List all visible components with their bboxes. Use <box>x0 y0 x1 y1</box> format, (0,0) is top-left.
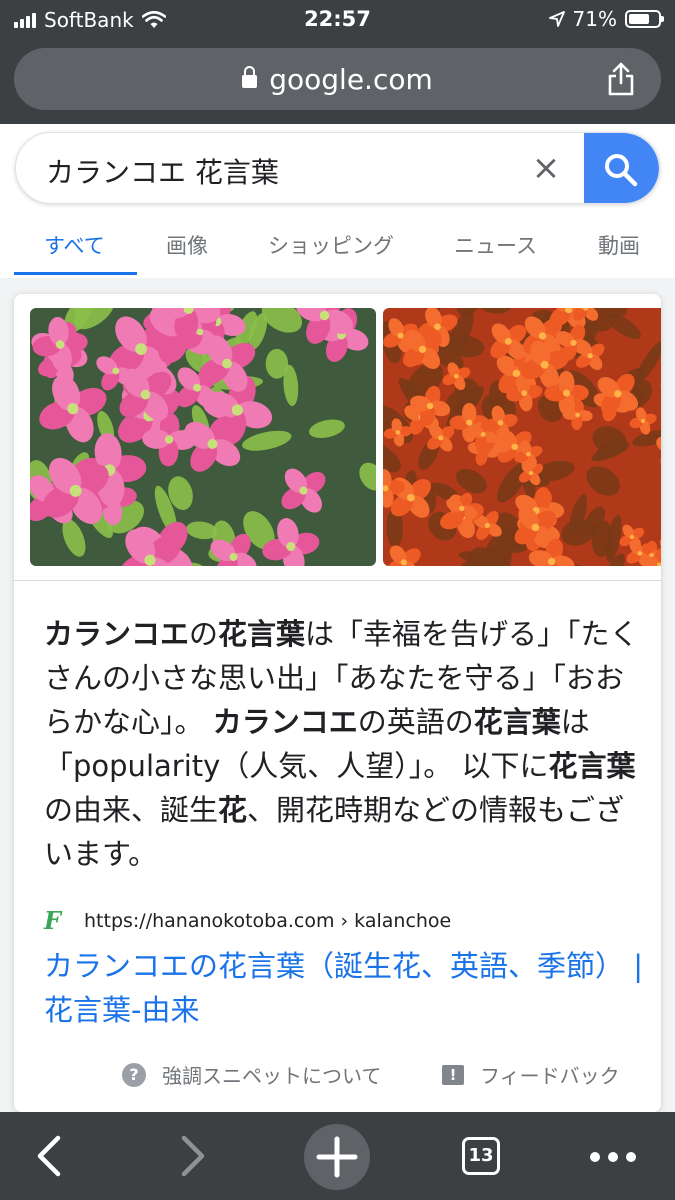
feedback-label: フィードバック <box>480 1064 620 1088</box>
tab-all[interactable]: すべて <box>44 230 105 260</box>
result-title-link[interactable]: カランコエの花言葉（誕生花、英語、季節） | 花言葉-由来 <box>44 944 644 1032</box>
snippet-footer: ? 強調スニペットについて ! フィードバック <box>14 1054 661 1094</box>
share-icon[interactable] <box>603 61 639 97</box>
battery-level <box>629 14 649 24</box>
snippet-segment: の英語の <box>357 705 474 739</box>
site-favicon-icon: F <box>44 906 62 935</box>
source-line[interactable]: Fhttps://hananokotoba.com › kalanchoe <box>44 906 451 935</box>
feedback-link[interactable]: ! フィードバック <box>442 1060 620 1089</box>
url-text: google.com <box>269 63 433 96</box>
about-snippets-link[interactable]: ? 強調スニペットについて <box>122 1060 381 1089</box>
feedback-icon: ! <box>442 1064 464 1085</box>
search-header: カランコエ 花言葉 × すべて 画像 ショッピング ニュース 動画 <box>0 124 675 278</box>
divider <box>14 580 661 581</box>
snippet-bold-term: 花言葉 <box>218 617 306 651</box>
snippet-bold-term: 花 <box>218 793 248 827</box>
battery-icon <box>625 10 664 28</box>
snippet-segment: の由来、誕生 <box>44 793 219 827</box>
new-tab-button[interactable] <box>304 1124 370 1190</box>
tab-images[interactable]: 画像 <box>166 230 208 260</box>
status-bar: SoftBank 22:57 71% <box>0 0 675 38</box>
tab-videos[interactable]: 動画 <box>598 230 640 260</box>
snippet-bold-term: カランコエ <box>212 705 358 739</box>
search-box: カランコエ 花言葉 × <box>15 132 660 204</box>
orange-kalanchoe-image[interactable] <box>383 308 661 566</box>
snippet-bold-term: 花言葉 <box>548 749 636 783</box>
location-arrow-icon <box>548 11 565 27</box>
active-tab-indicator <box>14 272 137 275</box>
tab-shopping[interactable]: ショッピング <box>268 230 394 260</box>
snippet-bold-term: 花言葉 <box>473 705 561 739</box>
help-icon: ? <box>122 1062 146 1087</box>
back-icon[interactable] <box>30 1134 70 1178</box>
battery-percent: 71% <box>572 7 617 31</box>
about-label: 強調スニペットについて <box>162 1064 382 1088</box>
more-menu-icon[interactable] <box>590 1152 636 1162</box>
browser-top-bar: google.com <box>0 38 675 124</box>
clear-icon[interactable]: × <box>530 151 562 185</box>
search-button[interactable] <box>584 133 659 203</box>
snippet-bold-term: カランコエ <box>44 617 190 651</box>
tab-switcher-button[interactable]: 13 <box>462 1137 500 1175</box>
pink-kalanchoe-image[interactable] <box>30 308 376 566</box>
address-text-wrap: google.com <box>14 63 661 96</box>
snippet-text: カランコエの花言葉は「幸福を告げる」「たくさんの小さな思い出」「あなたを守る」「… <box>44 612 644 876</box>
plus-icon <box>316 1136 358 1178</box>
search-icon <box>605 154 638 187</box>
search-input[interactable]: カランコエ 花言葉 <box>46 151 279 191</box>
tab-news[interactable]: ニュース <box>454 230 537 260</box>
source-url: https://hananokotoba.com › kalanchoe <box>84 910 452 932</box>
snippet-segment: の <box>189 617 219 651</box>
featured-snippet-card: カランコエの花言葉は「幸福を告げる」「たくさんの小さな思い出」「あなたを守る」「… <box>14 294 661 1112</box>
forward-icon[interactable] <box>172 1134 212 1178</box>
status-right: 71% <box>548 7 664 31</box>
search-tabs: すべて 画像 ショッピング ニュース 動画 <box>0 224 675 278</box>
address-bar[interactable]: google.com <box>14 48 661 110</box>
lock-icon <box>242 66 258 88</box>
browser-toolbar: 13 <box>0 1112 675 1200</box>
